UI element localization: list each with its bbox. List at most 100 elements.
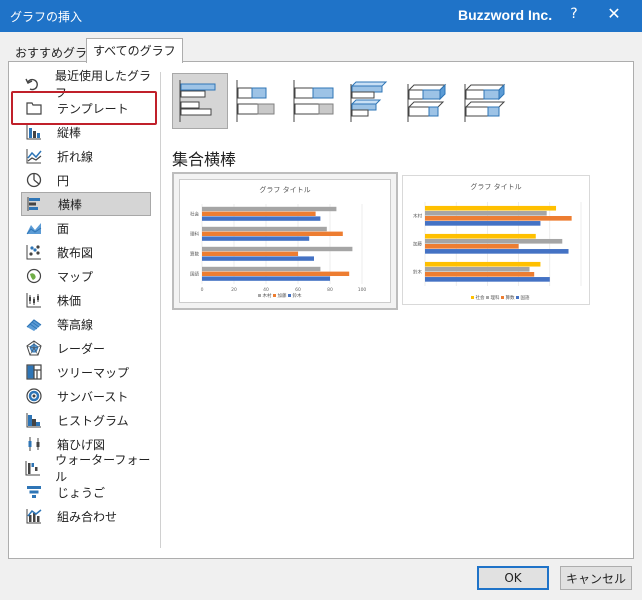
preview-1-canvas: グラフ タイトル 0 20 40 60 80 100 社会 理科 算数 国語 木村 加藤 鈴木 [179,179,391,303]
chart-preview-1[interactable]: グラフ タイトル 0 20 40 60 80 100 社会 理科 算数 国語 木村 加藤 鈴木 [172,172,398,310]
sidebar-item-label: 円 [57,173,70,188]
category-label: 鈴木 [413,269,422,276]
help-button[interactable]: ? [566,6,582,22]
x-tick-label: 0 [201,287,204,293]
bar [202,236,310,241]
bar [425,205,557,211]
bar [202,226,327,232]
sidebar-item-map[interactable]: マップ [21,264,151,288]
sidebar-item-line[interactable]: 折れ線 [21,144,151,168]
divider [160,72,161,548]
bar [202,211,316,217]
legend-swatch [471,296,474,299]
sidebar-item-scatter[interactable]: 散布図 [21,240,151,264]
sidebar-item-radar[interactable]: レーダー [21,336,151,360]
sidebar-item-label: 横棒 [58,197,83,212]
bar [202,246,353,252]
subtype-stacked-bar[interactable] [229,73,285,129]
clustered-bar-icon [179,80,216,122]
sidebar-item-label: ツリーマップ [57,365,130,380]
x-tick-label: 60 [295,287,301,293]
bar [425,266,530,272]
subtype-3d-100-stacked-bar[interactable] [457,73,513,129]
category-label: 算数 [190,251,199,258]
bar [202,251,298,257]
sidebar-item-label: 組み合わせ [57,509,118,524]
legend-label: 算数 [506,294,515,301]
chart-preview-2[interactable]: グラフ タイトル 木村 加藤 鈴木 社会 理科 算数 国語 [402,175,590,305]
bar [425,221,541,226]
bar [425,277,550,282]
chart-type-list: 最近使用したグラフ テンプレート 縦棒 折れ線 円 横棒 面 散布図 マップ 株… [21,69,151,528]
bar [202,256,314,261]
sidebar-item-histogram[interactable]: ヒストグラム [21,408,151,432]
percent-stacked-bar-icon [293,80,334,122]
sidebar-item-area[interactable]: 面 [21,216,151,240]
bar [425,210,547,216]
sidebar-item-label: 等高線 [57,317,94,332]
close-button[interactable]: ✕ [604,4,624,23]
chart-type-panel: 最近使用したグラフ テンプレート 縦棒 折れ線 円 横棒 面 散布図 マップ 株… [8,61,634,559]
sidebar-item-label: レーダー [57,341,106,356]
category-label: 社会 [190,211,199,218]
surface-chart-icon [25,315,43,333]
legend-label: 国語 [521,294,530,301]
sidebar-item-label: 縦棒 [57,125,82,140]
legend-swatch [288,294,291,297]
sidebar-item-label: じょうご [57,485,106,500]
cancel-button[interactable]: キャンセル [560,566,632,590]
preview-2-plot: 木村加藤鈴木社会 理科 算数 国語 [413,202,582,301]
bar [202,231,343,237]
sidebar-item-sunburst[interactable]: サンバースト [21,384,151,408]
preview-1-plot: 0 20 40 60 80 100 社会理科算数国語木村 加藤 鈴木 [190,204,367,299]
sidebar-item-bar[interactable]: 横棒 [21,192,151,216]
line-chart-icon [25,147,43,165]
annotation-highlight [11,91,157,125]
sidebar-item-label: 箱ひげ図 [57,437,106,452]
funnel-icon [25,483,43,501]
x-tick-label: 100 [358,287,367,293]
legend-swatch [501,296,504,299]
bar [202,216,321,221]
sidebar-item-label: マップ [57,269,94,284]
3d-stacked-bar-icon [407,83,447,122]
treemap-icon [25,363,43,381]
ok-button[interactable]: OK [477,566,549,590]
brand-label: Buzzword Inc. [458,7,553,23]
map-chart-icon [25,267,43,285]
sidebar-item-label: サンバースト [57,389,129,404]
bar [425,261,541,267]
subtype-clustered-bar[interactable] [172,73,228,129]
sidebar-item-label: 折れ線 [57,149,94,164]
legend-swatch [273,294,276,297]
legend-swatch [258,294,261,297]
sidebar-item-surface[interactable]: 等高線 [21,312,151,336]
3d-clustered-bar-icon [350,81,388,122]
sidebar-item-stock[interactable]: 株価 [21,288,151,312]
box-whisker-icon [25,435,43,453]
tab-strip: おすすめグラフ すべてのグラフ [0,38,642,63]
sidebar-item-pie[interactable]: 円 [21,168,151,192]
bar [425,272,535,277]
histogram-icon [25,411,43,429]
column-chart-icon [25,123,43,141]
scatter-chart-icon [25,243,43,261]
dialog-title: グラフの挿入 [10,10,83,24]
subtype-3d-clustered-bar[interactable] [343,73,399,129]
subtype-100-stacked-bar[interactable] [286,73,342,129]
bar-chart-icon [26,195,44,213]
sidebar-item-waterfall[interactable]: ウォーターフォール [21,453,151,484]
sidebar-item-combo[interactable]: 組み合わせ [21,504,151,528]
sidebar-item-label: 面 [57,221,70,236]
category-label: 加藤 [413,241,422,248]
stock-chart-icon [25,291,43,309]
sidebar-item-funnel[interactable]: じょうご [21,480,151,504]
tab-all-charts[interactable]: すべてのグラフ [86,38,183,63]
sidebar-item-treemap[interactable]: ツリーマップ [21,360,151,384]
bar [425,238,563,244]
bar [202,266,321,272]
sidebar-item-label: 散布図 [57,245,94,260]
subtype-3d-stacked-bar[interactable] [400,73,456,129]
legend-swatch [516,296,519,299]
sunburst-icon [25,387,43,405]
